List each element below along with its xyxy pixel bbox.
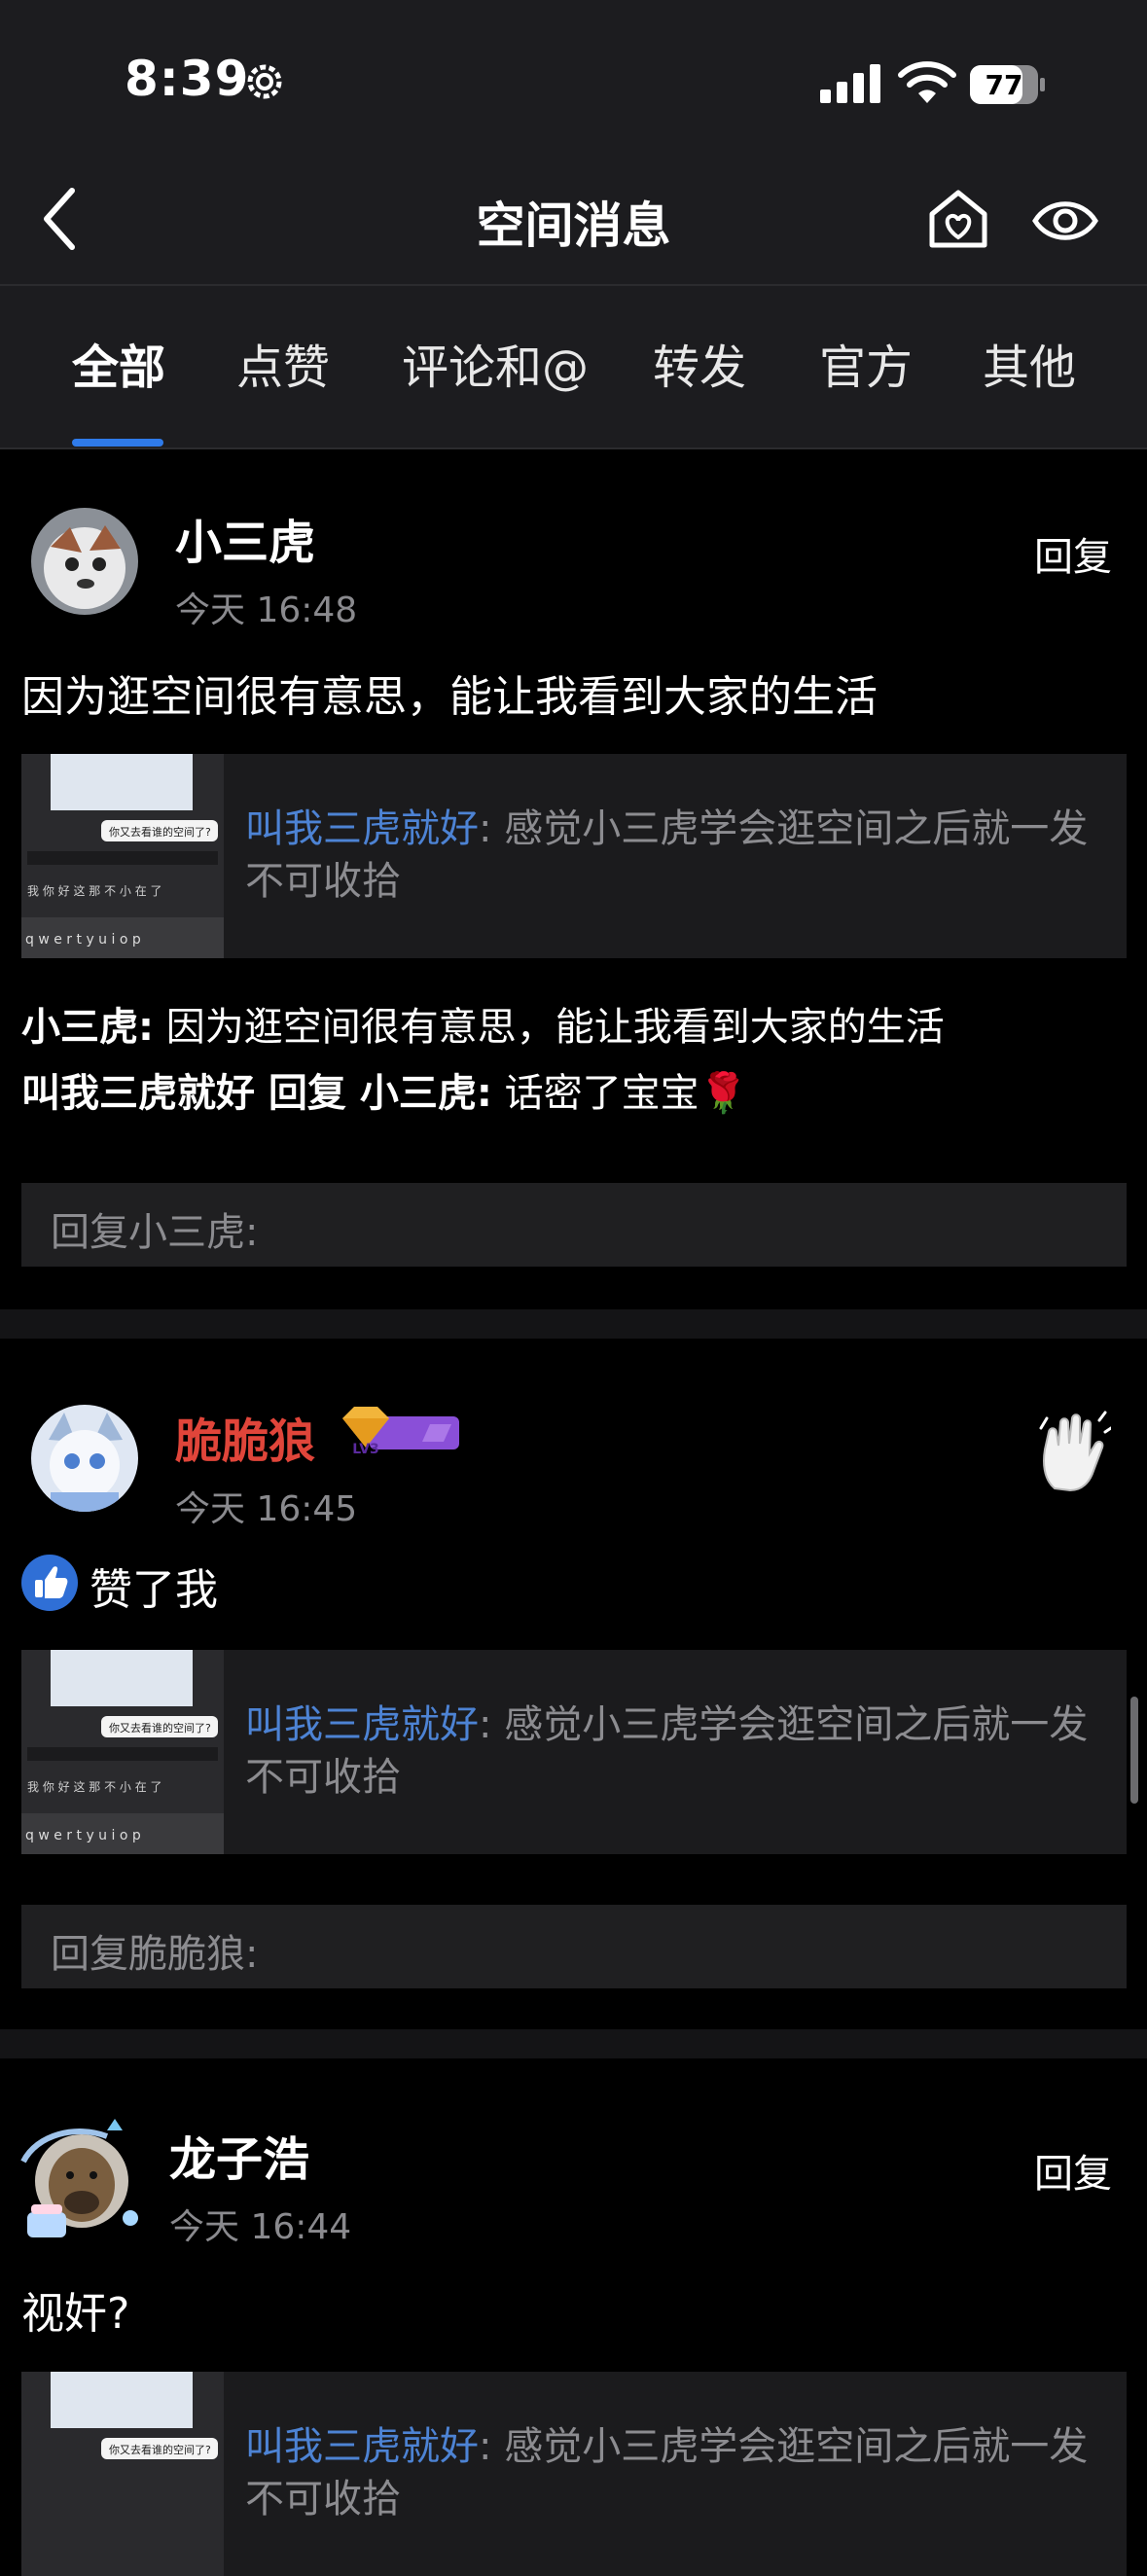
quoted-post[interactable]: 你又去看谁的空间了? 我 你 好 这 那 不 小 在 了 q w e r t y… [21,754,1127,958]
post-thumbnail: 你又去看谁的空间了? 我 你 好 这 那 不 小 在 了 q w e r t y… [21,754,224,958]
card-separator [0,2029,1147,2058]
thumbnail-bubble-text: 你又去看谁的空间了? [109,1721,211,1735]
quote-author-link[interactable]: 叫我三虎就好 [245,2424,479,2469]
thread-text: 话密了宝宝🌹 [491,1071,748,1116]
level-badge-icon: LV3 [342,1407,459,1457]
post-thumbnail: 你又去看谁的空间了? 我 你 好 这 那 不 小 在 了 q w e r t y… [21,1650,224,1854]
quoted-post[interactable]: 你又去看谁的空间了? 我 你 好 这 那 不 小 在 了 q w e r t y… [21,1650,1127,1854]
thread-text: 因为逛空间很有意思，能让我看到大家的生活 [154,1005,945,1050]
filter-tabs: 全部 点赞 评论和@ 转发 官方 其他 [0,286,1147,447]
eye-icon[interactable] [1031,193,1099,249]
thread-line: 叫我三虎就好 回复 小三虎: 话密了宝宝🌹 [21,1060,945,1127]
wifi-icon [898,61,956,103]
reply-button[interactable]: 回复 [1034,2142,1112,2199]
reply-button[interactable]: 回复 [1034,525,1112,582]
thread-speaker[interactable]: 叫我三虎就好 回复 小三虎: [21,1071,492,1116]
thumbs-up-icon [21,1555,78,1611]
avatar[interactable] [31,508,138,615]
tab-all[interactable]: 全部 [72,329,165,397]
badge-level: LV3 [352,1442,379,1457]
user-name[interactable]: 脆脆狼 [175,1403,315,1471]
message-text: 视奸? [21,2289,130,2339]
quote-author-link[interactable]: 叫我三虎就好 [245,806,479,851]
thumbnail-bubble-text: 你又去看谁的空间了? [109,825,211,839]
notification-card: 脆脆狼 LV3 今天 16:45 赞了我 你又去看谁的空间了? 我 你 好 这 … [0,1339,1147,2029]
thumbnail-keyboard-row: q w e r t y u i o p [25,932,141,948]
reply-input[interactable]: 回复小三虎: [21,1183,1127,1267]
timestamp: 今天 16:45 [175,1489,358,1529]
notification-card: 小三虎 今天 16:48 回复 因为逛空间很有意思，能让我看到大家的生活 你又去… [0,449,1147,1309]
quoted-text: 叫我三虎就好: 感觉小三虎学会逛空间之后就一发不可收拾 [245,2420,1111,2525]
post-thumbnail: 你又去看谁的空间了? [21,2372,224,2576]
wave-hand-icon[interactable] [1037,1411,1111,1492]
thread-speaker[interactable]: 小三虎: [21,1005,154,1050]
message-text: 因为逛空间很有意思，能让我看到大家的生活 [21,672,878,722]
quoted-text: 叫我三虎就好: 感觉小三虎学会逛空间之后就一发不可收拾 [245,803,1111,908]
cellular-signal-icon [820,64,880,103]
scrollbar[interactable] [1130,1697,1138,1804]
user-name[interactable]: 龙子浩 [169,2121,309,2189]
active-tab-indicator [72,439,163,447]
thumbnail-keyboard-row: 我 你 好 这 那 不 小 在 了 [27,1779,162,1794]
status-time: 8:39 [125,51,250,107]
timestamp: 今天 16:44 [169,2207,352,2247]
thumbnail-keyboard-row: q w e r t y u i o p [25,1828,141,1843]
quote-author-link[interactable]: 叫我三虎就好 [245,1702,479,1747]
quoted-text: 叫我三虎就好: 感觉小三虎学会逛空间之后就一发不可收拾 [245,1699,1111,1804]
top-bar: 8:39 77 空间消息 [0,0,1147,284]
comment-thread: 小三虎: 因为逛空间很有意思，能让我看到大家的生活 叫我三虎就好 回复 小三虎:… [21,994,945,1127]
tab-shares[interactable]: 转发 [653,329,746,397]
tab-other[interactable]: 其他 [983,329,1076,397]
gear-icon [247,64,282,99]
reply-placeholder: 回复小三虎: [51,1210,259,1255]
notification-card: 龙子浩 今天 16:44 回复 视奸? 你又去看谁的空间了? 叫我三虎就好: 感… [0,2058,1147,2576]
battery-icon: 77 [970,65,1045,104]
thumbnail-bubble-text: 你又去看谁的空间了? [109,2443,211,2456]
tab-official[interactable]: 官方 [819,329,913,397]
home-heart-icon[interactable] [926,187,990,251]
card-separator [0,1309,1147,1339]
reply-placeholder: 回复脆脆狼: [51,1932,259,1977]
avatar[interactable] [18,2117,146,2245]
battery-level: 77 [986,69,1023,101]
user-name[interactable]: 小三虎 [175,504,315,572]
avatar[interactable] [31,1405,138,1512]
message-text: 赞了我 [90,1565,218,1615]
thread-line: 小三虎: 因为逛空间很有意思，能让我看到大家的生活 [21,994,945,1060]
quoted-post[interactable]: 你又去看谁的空间了? 叫我三虎就好: 感觉小三虎学会逛空间之后就一发不可收拾 [21,2372,1127,2576]
timestamp: 今天 16:48 [175,590,358,630]
tab-likes[interactable]: 点赞 [236,329,330,397]
thumbnail-keyboard-row: 我 你 好 这 那 不 小 在 了 [27,883,162,898]
tab-comments-mentions[interactable]: 评论和@ [402,329,589,397]
reply-input[interactable]: 回复脆脆狼: [21,1905,1127,1988]
